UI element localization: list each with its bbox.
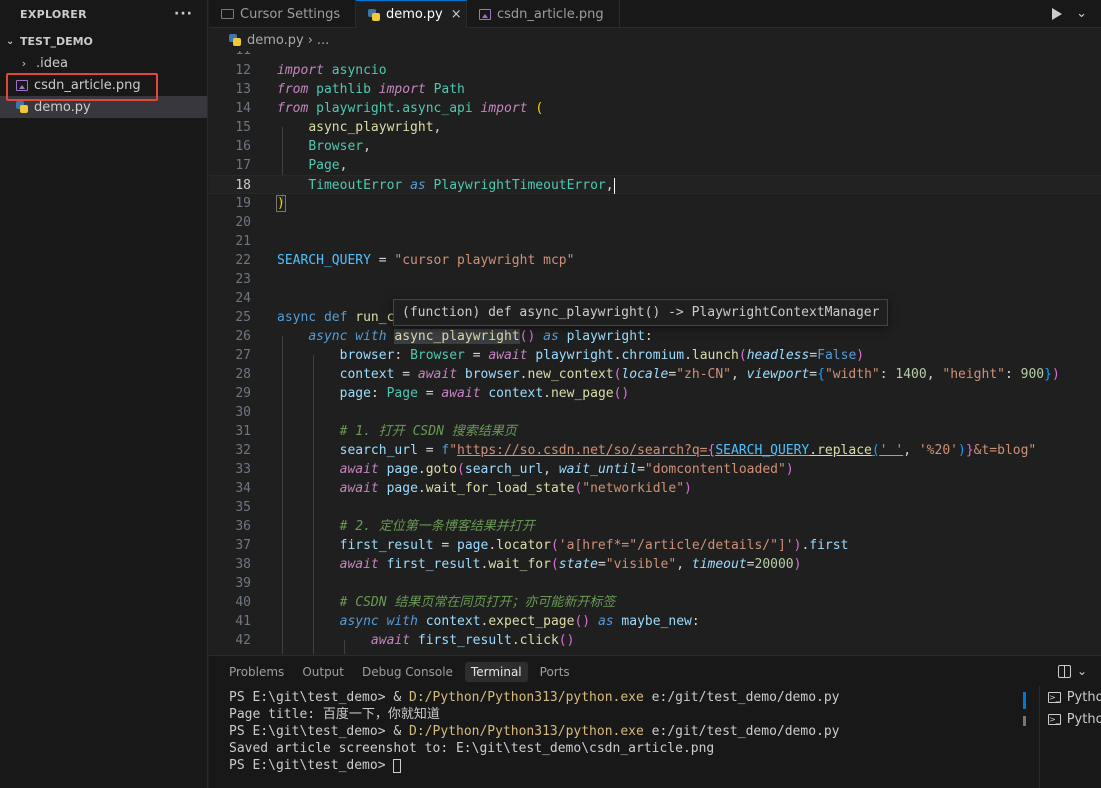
tab-cursor-settings[interactable]: Cursor Settings: [209, 0, 356, 28]
terminal-line: Page title: 百度一下，你就知道: [229, 707, 440, 722]
terminal-line: PS E:\git\test_demo>: [229, 757, 1021, 774]
explorer-header: EXPLORER ···: [0, 0, 207, 28]
tab-output[interactable]: Output: [296, 662, 350, 682]
chevron-right-icon: ›: [21, 56, 27, 70]
bottom-panel: Problems Output Debug Console Terminal P…: [209, 655, 1101, 788]
tree-item-label: .idea: [36, 55, 68, 71]
code-line: 35: [235, 500, 251, 515]
terminal-line: PS E:\git\test_demo> & D:/Python/Python3…: [229, 724, 840, 739]
code-line: 21: [235, 234, 251, 249]
code-line: 19): [235, 195, 286, 212]
settings-icon: [221, 9, 234, 19]
tab-problems[interactable]: Problems: [223, 662, 290, 682]
code-line: 26 async with async_playwright() as play…: [235, 329, 653, 344]
terminal-icon: >_: [1048, 713, 1061, 725]
code-line: 12 import asyncio: [235, 63, 387, 78]
terminal-output[interactable]: PS E:\git\test_demo> & D:/Python/Python3…: [229, 689, 1021, 774]
tree-item-csdn-article-png[interactable]: csdn_article.png: [0, 74, 207, 96]
code-line: 37 first_result = page.locator('a[href*=…: [235, 538, 849, 553]
terminal-instance[interactable]: >_Python: [1048, 708, 1101, 730]
code-line: 36 # 2. 定位第一条博客结果并打开: [235, 519, 535, 534]
tab-label: Cursor Settings: [240, 6, 341, 22]
code-line: 14 from playwright.async_api import (: [235, 101, 544, 116]
breadcrumb: demo.py › ...: [209, 29, 1101, 51]
code-line: 34 await page.wait_for_load_state("netwo…: [235, 481, 692, 496]
breadcrumb-separator: ›: [307, 32, 313, 48]
terminal-icon: >_: [1048, 691, 1061, 703]
code-line: 27 browser: Browser = await playwright.c…: [235, 348, 865, 363]
python-file-icon: [368, 8, 380, 21]
tab-label: demo.py: [386, 7, 443, 22]
terminal-scroll-marker: [1023, 716, 1026, 726]
run-icon[interactable]: [1052, 7, 1063, 20]
code-line: 11: [209, 51, 1101, 60]
code-line: 39: [235, 576, 251, 591]
tree-item-label: demo.py: [34, 99, 91, 115]
code-line: 41 async with context.expect_page() as m…: [235, 614, 700, 629]
tab-ports[interactable]: Ports: [534, 662, 576, 682]
code-line: 40 # CSDN 结果页常在同页打开；亦可能新开标签: [235, 595, 616, 610]
workspace-section[interactable]: ⌄ TEST_DEMO: [0, 30, 207, 52]
breadcrumb-more[interactable]: ...: [317, 33, 329, 48]
code-line: 38 await first_result.wait_for(state="vi…: [235, 557, 802, 572]
code-line-current: 18 TimeoutError as PlaywrightTimeoutErro…: [209, 175, 1101, 194]
hover-tooltip: (function) def async_playwright() -> Pla…: [393, 299, 889, 326]
code-line: 33 await page.goto(search_url, wait_unti…: [235, 462, 794, 477]
terminal-line: Saved article screenshot to: E:\git\test…: [229, 741, 715, 756]
python-file-icon: [14, 101, 30, 113]
code-line: 30: [235, 405, 251, 420]
panel-tabs: Problems Output Debug Console Terminal P…: [209, 656, 1101, 688]
code-line: 22 SEARCH_QUERY = "cursor playwright mcp": [235, 253, 575, 268]
code-line: 15 async_playwright,: [235, 120, 442, 135]
python-file-icon: [229, 34, 241, 46]
terminal-list: >_Python >_Python: [1039, 686, 1101, 788]
terminal-line: PS E:\git\test_demo> & D:/Python/Python3…: [229, 690, 840, 705]
code-line: 23: [235, 272, 251, 287]
image-file-icon: [14, 79, 30, 91]
tree-item-idea[interactable]: › .idea: [0, 52, 207, 74]
code-line: 16 Browser,: [235, 139, 371, 154]
tree-item-label: csdn_article.png: [34, 77, 141, 93]
code-line: 20: [235, 215, 251, 230]
code-line: 17 Page,: [235, 158, 348, 173]
code-line: 29 page: Page = await context.new_page(): [235, 386, 630, 401]
code-line: 31 # 1. 打开 CSDN 搜索结果页: [235, 424, 517, 439]
tab-demo-py[interactable]: demo.py ×: [356, 0, 467, 28]
editor-actions: ⌄: [1052, 0, 1101, 27]
tab-debug-console[interactable]: Debug Console: [356, 662, 459, 682]
breadcrumb-file[interactable]: demo.py: [247, 33, 304, 48]
editor-tab-bar: Cursor Settings demo.py × csdn_article.p…: [209, 0, 1101, 28]
tab-label: csdn_article.png: [497, 6, 604, 22]
close-icon[interactable]: ×: [451, 7, 462, 22]
workspace-name: TEST_DEMO: [20, 34, 93, 48]
more-actions-icon[interactable]: ···: [174, 6, 193, 22]
panel-actions: ⌄: [1057, 664, 1087, 678]
code-line: 28 context = await browser.new_context(l…: [235, 367, 1060, 382]
split-terminal-icon[interactable]: [1057, 664, 1071, 678]
chevron-down-icon: ⌄: [6, 35, 15, 47]
terminal-cursor: [393, 758, 402, 773]
code-line: 42 await first_result.click(): [235, 633, 575, 648]
terminal-scrollbar[interactable]: [1023, 692, 1026, 709]
tree-item-demo-py[interactable]: demo.py: [0, 96, 207, 118]
text-cursor: [613, 177, 615, 194]
code-line: 32 search_url = f"https://so.csdn.net/so…: [235, 443, 1037, 458]
code-line: 13 from pathlib import Path: [235, 82, 465, 97]
explorer-title: EXPLORER: [20, 7, 87, 21]
tab-terminal[interactable]: Terminal: [464, 662, 528, 682]
explorer-sidebar: EXPLORER ··· ⌄ TEST_DEMO › .idea csdn_ar…: [0, 0, 208, 788]
chevron-down-icon[interactable]: ⌄: [1076, 6, 1087, 21]
code-editor[interactable]: 11 12import asyncio 13from pathlib impor…: [209, 51, 1101, 654]
chevron-down-icon[interactable]: ⌄: [1077, 664, 1087, 678]
image-file-icon: [479, 8, 491, 20]
terminal-instance[interactable]: >_Python: [1048, 686, 1101, 708]
tab-csdn-article-png[interactable]: csdn_article.png: [467, 0, 620, 28]
